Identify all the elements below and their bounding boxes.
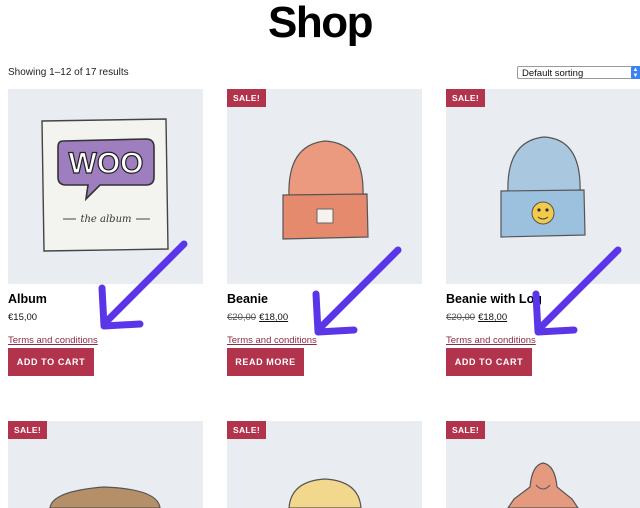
product-price-beanie-with-logo: €20,00 €18,00 (446, 312, 507, 323)
product-image-row2-1[interactable]: SALE! (8, 421, 203, 508)
product-title-beanie[interactable]: Beanie (227, 292, 268, 306)
result-count: Showing 1–12 of 17 results (8, 67, 129, 78)
sale-badge: SALE! (446, 421, 485, 439)
add-to-cart-button-album[interactable]: ADD TO CART (8, 348, 94, 376)
terms-link-beanie[interactable]: Terms and conditions (227, 335, 317, 346)
sale-badge: SALE! (227, 421, 266, 439)
sale-badge: SALE! (8, 421, 47, 439)
annotation-arrow-icon (532, 246, 622, 336)
add-to-cart-button-beanie-with-logo[interactable]: ADD TO CART (446, 348, 532, 376)
product-title-beanie-with-logo[interactable]: Beanie with Log (446, 292, 542, 306)
price-current: €18,00 (478, 312, 508, 323)
sorting-select[interactable]: Default sorting ▲ ▼ (517, 66, 640, 79)
read-more-button-beanie[interactable]: READ MORE (227, 348, 304, 376)
product-image-row2-2[interactable]: SALE! (227, 421, 422, 508)
product-image-row2-3[interactable]: SALE! (446, 421, 640, 508)
sale-badge: SALE! (446, 89, 485, 107)
album-art-word: WOO (69, 147, 144, 180)
price-old: €20,00 (227, 312, 257, 323)
price-current: €15,00 (8, 312, 38, 323)
sale-badge: SALE! (227, 89, 266, 107)
price-old: €20,00 (446, 312, 476, 323)
product-price-album: €15,00 (8, 312, 37, 323)
page-title: Shop (268, 0, 373, 47)
product-price-beanie: €20,00 €18,00 (227, 312, 288, 323)
album-art-subtitle: the album (80, 214, 131, 225)
terms-link-beanie-with-logo[interactable]: Terms and conditions (446, 335, 536, 346)
terms-link-album[interactable]: Terms and conditions (8, 335, 98, 346)
sorting-selected-label: Default sorting (522, 68, 584, 79)
select-arrows-icon: ▲ ▼ (631, 66, 640, 79)
annotation-arrow-icon (312, 246, 402, 336)
product-title-album[interactable]: Album (8, 292, 47, 306)
price-current: €18,00 (259, 312, 289, 323)
annotation-arrow-icon (98, 240, 188, 330)
